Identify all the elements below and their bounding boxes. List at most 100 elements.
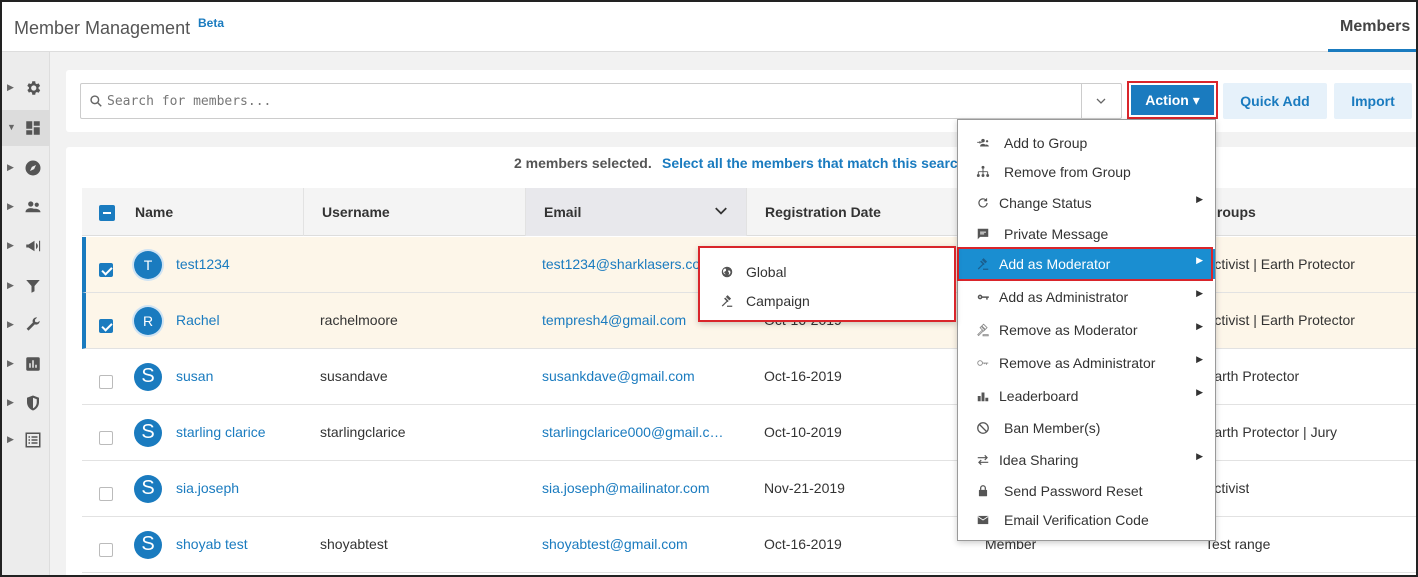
gavel-outline-icon <box>977 323 989 337</box>
menu-item-ban-members[interactable]: Ban Member(s) <box>958 413 1215 443</box>
member-email-link[interactable]: susankdave@gmail.com <box>542 368 727 384</box>
select-all-checkbox[interactable] <box>99 205 115 221</box>
menu-item-remove-as-moderator[interactable]: Remove as Moderator ▶ <box>958 315 1215 345</box>
menu-item-change-status[interactable]: Change Status ▶ <box>958 188 1215 218</box>
row-checkbox[interactable] <box>99 431 113 445</box>
menu-item-private-message[interactable]: Private Message <box>958 219 1215 249</box>
avatar: S <box>134 531 162 559</box>
member-registration-date: Oct-10-2019 <box>764 424 842 440</box>
moderator-submenu: Global Campaign <box>698 246 956 322</box>
member-name-link[interactable]: sia.joseph <box>176 480 239 496</box>
caret-down-icon: ▼ <box>7 122 16 132</box>
sidebar-item-reports[interactable]: ▶ <box>2 346 50 382</box>
member-groups: Earth Protector <box>1205 368 1300 384</box>
menu-item-label: Add to Group <box>1004 135 1088 151</box>
row-checkbox[interactable] <box>99 487 113 501</box>
menu-item-remove-as-administrator[interactable]: Remove as Administrator ▶ <box>958 348 1215 378</box>
member-name-link[interactable]: susan <box>176 368 213 384</box>
menu-item-idea-sharing[interactable]: Idea Sharing ▶ <box>958 445 1215 475</box>
quick-add-button[interactable]: Quick Add <box>1223 83 1327 119</box>
member-username: susandave <box>320 368 388 384</box>
submenu-item-global[interactable]: Global <box>700 257 954 286</box>
caret-right-icon: ▶ <box>7 434 14 444</box>
member-name-link[interactable]: starling clarice <box>176 424 265 440</box>
search-dropdown-toggle[interactable] <box>1081 84 1121 118</box>
row-checkbox[interactable] <box>99 263 113 277</box>
member-name-link[interactable]: test1234 <box>176 256 230 272</box>
menu-item-label: Add as Administrator <box>999 289 1129 305</box>
menu-item-remove-from-group[interactable]: Remove from Group <box>958 157 1215 187</box>
member-email-link[interactable]: sia.joseph@mailinator.com <box>542 480 727 496</box>
menu-item-add-as-moderator[interactable]: Add as Moderator ▶ <box>958 249 1215 279</box>
sidebar-item-tools[interactable]: ▶ <box>2 307 50 343</box>
column-header-registration-date[interactable]: Registration Date <box>747 188 968 236</box>
table-row[interactable]: S susan susandave susankdave@gmail.com O… <box>82 349 1416 405</box>
list-icon <box>25 432 41 448</box>
caret-right-icon: ▶ <box>7 162 14 172</box>
column-header-name[interactable]: Name <box>118 188 304 236</box>
select-all-link[interactable]: Select all the members that match this s… <box>662 155 962 171</box>
action-button[interactable]: Action ▾ <box>1131 85 1214 115</box>
avatar: T <box>134 251 162 279</box>
tab-members[interactable]: Members <box>1328 2 1416 52</box>
search-icon <box>90 95 102 107</box>
member-email-link[interactable]: starlingclarice000@gmail.com <box>542 424 727 440</box>
chevron-down-icon <box>1096 98 1106 104</box>
menu-item-label: Send Password Reset <box>1004 483 1143 499</box>
table-row[interactable]: S shoyab test shoyabtest shoyabtest@gmai… <box>82 517 1416 573</box>
top-bar: Member Management Beta Members <box>2 2 1416 52</box>
menu-item-label: Add as Moderator <box>999 256 1111 272</box>
menu-item-label: Remove as Moderator <box>999 322 1138 338</box>
sidebar-item-filters[interactable]: ▶ <box>2 268 50 304</box>
caret-right-icon: ▶ <box>1196 194 1203 204</box>
action-button-highlight: Action ▾ <box>1127 81 1218 119</box>
compass-icon <box>25 160 41 176</box>
caret-right-icon: ▶ <box>7 240 14 250</box>
menu-item-add-to-group[interactable]: Add to Group <box>958 128 1215 158</box>
row-checkbox[interactable] <box>99 375 113 389</box>
member-name-link[interactable]: Rachel <box>176 312 220 328</box>
sidebar-item-settings[interactable]: ▶ <box>2 70 50 106</box>
menu-item-label: Leaderboard <box>999 388 1079 404</box>
member-groups: Activist | Earth Protector <box>1205 256 1355 272</box>
lock-icon <box>978 485 988 497</box>
table-row[interactable]: S starling clarice starlingclarice starl… <box>82 405 1416 461</box>
sidebar-item-members[interactable]: ▶ <box>2 189 50 225</box>
menu-item-send-password-reset[interactable]: Send Password Reset <box>958 476 1215 506</box>
search-input[interactable] <box>107 90 1067 112</box>
sidebar-item-campaigns[interactable]: ▶ <box>2 228 50 264</box>
caret-right-icon: ▶ <box>7 358 14 368</box>
menu-item-add-as-administrator[interactable]: Add as Administrator ▶ <box>958 282 1215 312</box>
envelope-icon <box>977 515 989 525</box>
member-email-link[interactable]: shoyabtest@gmail.com <box>542 536 727 552</box>
sidebar-item-dashboard[interactable]: ▼ <box>2 110 50 146</box>
member-name-link[interactable]: shoyab test <box>176 536 248 552</box>
submenu-item-campaign[interactable]: Campaign <box>700 286 954 315</box>
ban-icon <box>977 422 989 434</box>
selection-info: 2 members selected. <box>514 155 652 171</box>
column-header-groups[interactable]: Groups <box>1188 188 1416 236</box>
sidebar-item-logs[interactable]: ▶ <box>2 422 50 458</box>
row-checkbox[interactable] <box>99 319 113 333</box>
key-icon <box>977 294 989 300</box>
chevron-down-icon <box>715 207 727 215</box>
menu-item-email-verification-code[interactable]: Email Verification Code <box>958 505 1215 535</box>
member-groups: Activist | Earth Protector <box>1205 312 1355 328</box>
beta-badge: Beta <box>198 16 225 30</box>
menu-item-leaderboard[interactable]: Leaderboard ▶ <box>958 381 1215 411</box>
search-box <box>80 83 1122 119</box>
avatar: S <box>134 363 162 391</box>
users-icon <box>25 201 41 213</box>
sidebar-item-security[interactable]: ▶ <box>2 385 50 421</box>
column-header-username[interactable]: Username <box>304 188 526 236</box>
import-button[interactable]: Import <box>1334 83 1412 119</box>
menu-item-label: Remove from Group <box>1004 164 1131 180</box>
filter-icon <box>26 280 40 293</box>
table-row[interactable]: S sia.joseph sia.joseph@mailinator.com N… <box>82 461 1416 517</box>
row-checkbox[interactable] <box>99 543 113 557</box>
avatar: R <box>134 307 162 335</box>
column-header-email[interactable]: Email <box>526 188 747 236</box>
caret-right-icon: ▶ <box>1196 387 1203 397</box>
caret-right-icon: ▶ <box>1196 451 1203 461</box>
sidebar-item-explore[interactable]: ▶ <box>2 150 50 186</box>
